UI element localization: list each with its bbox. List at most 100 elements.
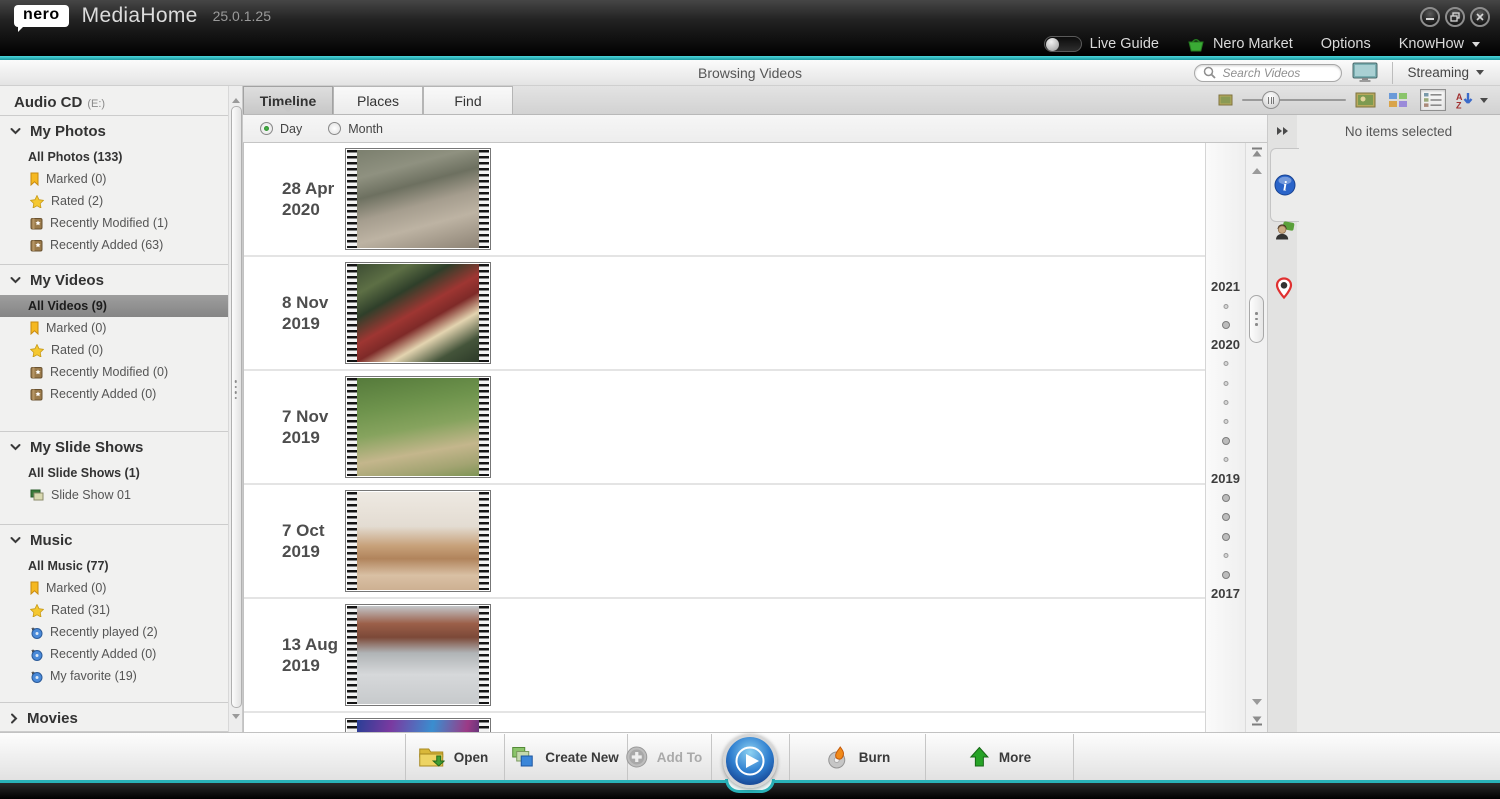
sidebar-item-recently-added[interactable]: Recently Added (0): [0, 643, 228, 665]
radio-button-icon[interactable]: [260, 122, 273, 135]
timeline-scrollbar-thumb[interactable]: [1249, 295, 1264, 343]
month-dot[interactable]: [1223, 457, 1228, 462]
month-dot[interactable]: [1222, 437, 1230, 445]
streaming-device-icon[interactable]: [1352, 62, 1378, 83]
month-dot[interactable]: [1223, 419, 1228, 424]
sidebar-item-recently-played[interactable]: Recently played (2): [0, 621, 228, 643]
detail-panel: No items selected: [1297, 115, 1500, 732]
streaming-dropdown[interactable]: Streaming: [1407, 65, 1490, 80]
collapse-panel-button[interactable]: [1276, 123, 1290, 141]
year-label-2020[interactable]: 2020: [1206, 337, 1245, 352]
book-icon: [30, 239, 43, 252]
month-dot[interactable]: [1223, 553, 1228, 558]
tab-find[interactable]: Find: [423, 86, 513, 114]
video-thumbnail[interactable]: [345, 490, 491, 592]
radio-button-icon[interactable]: [328, 122, 341, 135]
month-dot[interactable]: [1223, 400, 1228, 405]
sidebar-item-all-music[interactable]: All Music (77): [0, 555, 228, 577]
options-button[interactable]: Options: [1321, 36, 1371, 52]
more-button[interactable]: More: [969, 733, 1031, 781]
sidebar-item-my-favorite[interactable]: My favorite (19): [0, 665, 228, 687]
sidebar-item-marked[interactable]: Marked (0): [0, 577, 228, 599]
play-button[interactable]: [723, 734, 777, 788]
month-dot[interactable]: [1223, 361, 1228, 366]
section-header-my-videos[interactable]: My Videos: [0, 265, 228, 295]
sidebar-item-recently-added[interactable]: Recently Added (63): [0, 234, 228, 256]
sidebar-item-rated[interactable]: Rated (31): [0, 599, 228, 621]
sidebar-item-marked[interactable]: Marked (0): [0, 317, 228, 339]
live-guide-toggle[interactable]: Live Guide: [1044, 36, 1159, 52]
sidebar-item-marked[interactable]: Marked (0): [0, 168, 228, 190]
sidebar-item-recently-modified[interactable]: Recently Modified (1): [0, 212, 228, 234]
sidebar-item-label: Recently Added (0): [50, 647, 156, 661]
places-tab[interactable]: [1270, 268, 1298, 308]
scroll-to-top-icon[interactable]: [1246, 147, 1267, 157]
month-dot[interactable]: [1222, 571, 1230, 579]
radio-month[interactable]: Month: [328, 122, 383, 136]
sidebar-item-slide-show[interactable]: Slide Show 01: [0, 484, 228, 506]
faces-tab[interactable]: [1270, 210, 1298, 250]
scroll-down-icon[interactable]: [230, 707, 242, 725]
zoom-out-thumbnail-icon[interactable]: [1218, 94, 1233, 106]
sidebar-item-rated[interactable]: Rated (0): [0, 339, 228, 361]
tab-timeline[interactable]: Timeline: [243, 86, 333, 114]
slider-thumb[interactable]: [1262, 91, 1280, 109]
sort-dropdown[interactable]: AZ: [1455, 91, 1488, 109]
grid-view-button[interactable]: [1385, 89, 1411, 111]
year-label-2019[interactable]: 2019: [1206, 471, 1245, 486]
zoom-in-thumbnail-icon[interactable]: [1355, 92, 1376, 108]
thumbnail-size-slider[interactable]: [1242, 91, 1346, 109]
search-input[interactable]: [1222, 66, 1333, 80]
video-thumbnail[interactable]: [345, 262, 491, 364]
sidebar-item-recently-added[interactable]: Recently Added (0): [0, 383, 228, 405]
toggle-switch-icon[interactable]: [1044, 36, 1082, 52]
nero-logo: nero: [14, 5, 69, 27]
month-dot[interactable]: [1222, 533, 1230, 541]
sidebar-item-all-photos[interactable]: All Photos (133): [0, 146, 228, 168]
section-header-music[interactable]: Music: [0, 525, 228, 555]
year-label-2017[interactable]: 2017: [1206, 586, 1245, 601]
section-header-my-slide-shows[interactable]: My Slide Shows: [0, 432, 228, 462]
video-thumbnail[interactable]: [345, 718, 491, 732]
month-dot[interactable]: [1222, 513, 1230, 521]
scroll-down-icon[interactable]: [1246, 698, 1267, 706]
open-button[interactable]: Open: [418, 733, 489, 781]
scroll-to-bottom-icon[interactable]: [1246, 716, 1267, 726]
restore-button[interactable]: [1445, 7, 1465, 27]
timeline-scrollbar[interactable]: [1245, 143, 1267, 732]
month-dot[interactable]: [1222, 494, 1230, 502]
sidebar-item-audio-cd[interactable]: Audio CD (E:): [0, 86, 228, 116]
month-dot[interactable]: [1223, 381, 1228, 386]
video-thumbnail[interactable]: [345, 376, 491, 478]
burn-button[interactable]: Burn: [826, 733, 891, 781]
list-view-button[interactable]: [1420, 89, 1446, 111]
sidebar-scrollbar-thumb[interactable]: [231, 106, 242, 708]
year-label-2021[interactable]: 2021: [1206, 279, 1245, 294]
thumbnail-image-santa-christmas: [357, 264, 479, 362]
video-thumbnail[interactable]: [345, 604, 491, 706]
sidebar-scrollbar[interactable]: [228, 86, 243, 732]
section-header-movies[interactable]: Movies: [0, 703, 228, 732]
month-dot[interactable]: [1223, 304, 1228, 309]
sidebar-item-all-videos[interactable]: All Videos (9): [0, 295, 228, 317]
sidebar-item-recently-modified[interactable]: Recently Modified (0): [0, 361, 228, 383]
row-date-label: 8 Nov2019: [282, 292, 328, 335]
nero-market-button[interactable]: Nero Market: [1187, 36, 1293, 52]
knowhow-menu[interactable]: KnowHow: [1399, 36, 1480, 52]
close-button[interactable]: [1470, 7, 1490, 27]
sidebar-item-rated[interactable]: Rated (2): [0, 190, 228, 212]
section-header-my-photos[interactable]: My Photos: [0, 116, 228, 146]
month-dot[interactable]: [1222, 321, 1230, 329]
minimize-button[interactable]: [1420, 7, 1440, 27]
sidebar-item-all-slide-shows[interactable]: All Slide Shows (1): [0, 462, 228, 484]
video-thumbnail[interactable]: [345, 148, 491, 250]
timeline-row: 7 Oct2019: [244, 485, 1205, 599]
film-strip-icon: [479, 492, 489, 590]
add-to-button[interactable]: Add To: [626, 733, 702, 781]
search-box[interactable]: [1194, 64, 1342, 82]
scroll-up-icon[interactable]: [1246, 167, 1267, 175]
radio-day[interactable]: Day: [260, 122, 302, 136]
tab-places[interactable]: Places: [333, 86, 423, 114]
create-new-button[interactable]: Create New: [511, 733, 619, 781]
sidebar-splitter-handle[interactable]: [234, 380, 237, 399]
